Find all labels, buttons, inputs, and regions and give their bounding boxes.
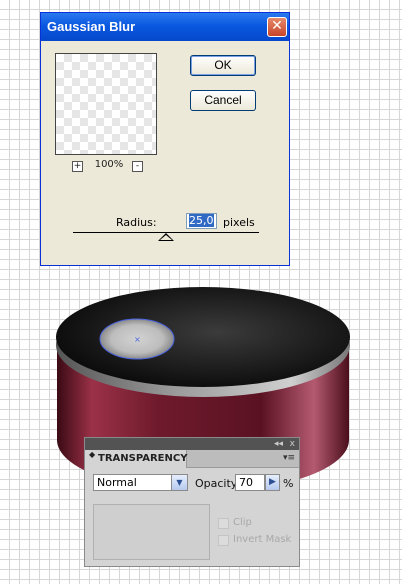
zoom-out-button[interactable]: - [132, 161, 143, 172]
tab-transparency[interactable]: ◆ TRANSPARENCY [85, 450, 187, 468]
gaussian-blur-dialog: Gaussian Blur ✕ + 100% - OK Cancel Radiu… [40, 12, 290, 266]
invert-mask-checkbox[interactable] [218, 535, 229, 546]
highlight-center-mark: × [134, 335, 141, 344]
transparency-panel: ◂◂ x ◆ TRANSPARENCY ▾≡ Normal ▼ Opacity:… [84, 437, 300, 567]
tab-label: TRANSPARENCY [98, 453, 188, 464]
close-icon[interactable]: x [290, 438, 295, 450]
opacity-label: Opacity: [195, 477, 241, 490]
ok-button[interactable]: OK [190, 55, 256, 76]
dialog-titlebar[interactable]: Gaussian Blur ✕ [41, 13, 289, 41]
opacity-input[interactable]: 70 [235, 474, 265, 491]
clip-checkbox[interactable] [218, 518, 229, 529]
collapse-icon[interactable]: ◂◂ [274, 438, 283, 450]
dialog-title: Gaussian Blur [47, 19, 136, 34]
panel-topbar[interactable]: ◂◂ x [85, 438, 299, 450]
radius-slider-thumb[interactable] [158, 233, 174, 241]
chevron-down-icon[interactable]: ▼ [171, 475, 187, 490]
panel-menu-icon[interactable]: ▾≡ [283, 453, 295, 463]
tab-expand-icon[interactable]: ◆ [89, 451, 95, 459]
blur-preview[interactable] [55, 53, 157, 155]
radius-unit: pixels [223, 216, 255, 229]
clip-label: Clip [233, 517, 252, 528]
zoom-level: 100% [94, 159, 124, 170]
opacity-unit: % [283, 477, 294, 490]
invert-mask-label: Invert Mask [233, 534, 292, 545]
opacity-arrow-icon[interactable]: ▶ [265, 474, 280, 491]
radius-input[interactable]: 25,0 [186, 213, 217, 229]
blend-mode-select[interactable]: Normal ▼ [93, 474, 188, 491]
cancel-button[interactable]: Cancel [190, 90, 256, 111]
panel-tab-row: ◆ TRANSPARENCY ▾≡ [85, 450, 299, 468]
blend-mode-value: Normal [97, 476, 137, 489]
mask-thumbnail[interactable] [93, 504, 210, 560]
radius-label: Radius: [116, 216, 157, 229]
zoom-in-button[interactable]: + [72, 161, 83, 172]
close-icon[interactable]: ✕ [267, 17, 287, 37]
radius-value: 25,0 [189, 214, 214, 227]
